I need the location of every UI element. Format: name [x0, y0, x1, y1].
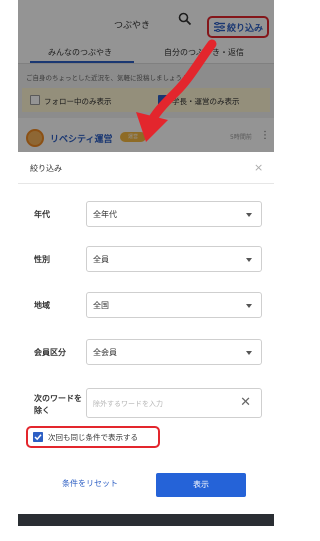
region-select[interactable]: 全国	[86, 292, 262, 318]
chevron-down-icon	[246, 213, 252, 217]
region-label: 地域	[34, 301, 50, 310]
chevron-down-icon	[246, 304, 252, 308]
chevron-down-icon	[246, 258, 252, 262]
gender-select[interactable]: 全員	[86, 246, 262, 272]
show-button[interactable]: 表示	[156, 473, 246, 497]
modal-title: 絞り込み	[30, 164, 62, 173]
age-label: 年代	[34, 210, 50, 219]
exclude-placeholder: 除外するワードを入力	[93, 400, 163, 408]
chevron-down-icon	[246, 351, 252, 355]
close-icon[interactable]: ×	[254, 161, 263, 174]
region-select-value: 全国	[93, 301, 109, 310]
member-type-label: 会員区分	[34, 348, 66, 357]
exclude-label-line2: 除く	[34, 406, 50, 415]
clear-icon[interactable]: ✕	[240, 395, 251, 410]
exclude-words-input[interactable]: 除外するワードを入力 ✕	[86, 388, 262, 418]
phone-screen: つぶやき 絞り込み みんなのつぶやき 自分のつぶやき・返信 ご自身のちょっとした…	[18, 0, 274, 526]
gender-select-value: 全員	[93, 255, 109, 264]
checkbox-checked-icon	[33, 432, 43, 442]
age-select-value: 全年代	[93, 210, 117, 219]
remember-conditions-label: 次回も同じ条件で表示する	[48, 433, 138, 442]
age-select[interactable]: 全年代	[86, 201, 262, 227]
member-type-select-value: 全会員	[93, 348, 117, 357]
reset-button[interactable]: 条件をリセット	[48, 473, 132, 495]
filter-modal: 絞り込み × 年代 全年代 性別 全員 地域 全国 会員区分 全会員 次のワード…	[18, 152, 274, 514]
exclude-label-line1: 次のワードを	[34, 394, 82, 403]
modal-header: 絞り込み ×	[18, 152, 274, 184]
gender-label: 性別	[34, 255, 50, 264]
member-type-select[interactable]: 全会員	[86, 339, 262, 365]
bottom-bar	[18, 514, 274, 526]
remember-conditions-checkbox[interactable]: 次回も同じ条件で表示する	[26, 426, 160, 448]
